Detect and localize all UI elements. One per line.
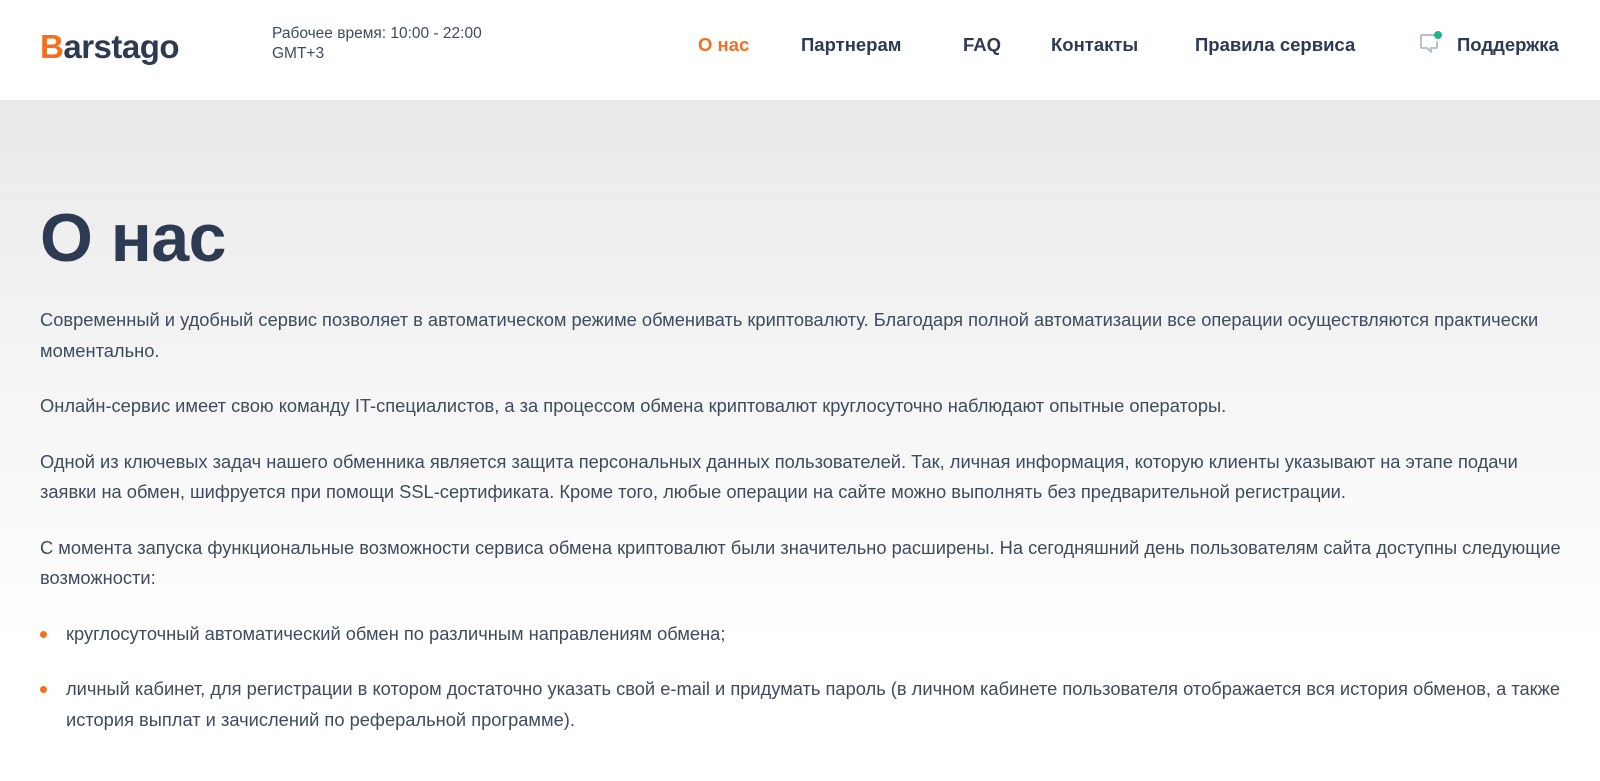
main-nav: О нас Партнерам FAQ Контакты Правила сер… [0, 30, 1600, 60]
nav-item-contacts[interactable]: Контакты [1051, 30, 1138, 60]
about-text: Современный и удобный сервис позволяет в… [40, 305, 1570, 760]
status-dot [1434, 30, 1442, 39]
nav-item-about[interactable]: О нас [698, 30, 749, 60]
paragraph: С момента запуска функциональные возможн… [40, 536, 1561, 589]
support-label: Поддержка [1457, 34, 1559, 55]
list-item-text: личный кабинет, для регистрации в которо… [66, 678, 1561, 730]
chat-bubble-icon [1418, 30, 1444, 61]
paragraph: Одной из ключевых задач нашего обменника… [40, 450, 1518, 503]
nav-item-rules[interactable]: Правила сервиса [1195, 30, 1355, 60]
paragraph: Онлайн-сервис имеет свою команду IT-спец… [40, 395, 1227, 416]
list-item: круглосуточный автоматический обмен по р… [40, 619, 1570, 650]
nav-item-partners[interactable]: Партнерам [801, 30, 901, 60]
nav-item-faq[interactable]: FAQ [963, 30, 1001, 60]
paragraph: Современный и удобный сервис позволяет в… [40, 309, 1539, 361]
support-link[interactable]: Поддержка [1418, 30, 1559, 60]
page-title: О нас [40, 200, 227, 276]
list-item-text: круглосуточный автоматический обмен по р… [66, 622, 726, 644]
bullet-icon [40, 630, 47, 638]
list-item: личный кабинет, для регистрации в которо… [40, 674, 1570, 735]
site-header: Barstago Рабочее время: 10:00 - 22:00 GM… [0, 0, 1600, 100]
bullet-icon [40, 686, 47, 693]
features-list: круглосуточный автоматический обмен по р… [40, 619, 1570, 736]
main-content: О нас Современный и удобный сервис позво… [0, 100, 1600, 781]
